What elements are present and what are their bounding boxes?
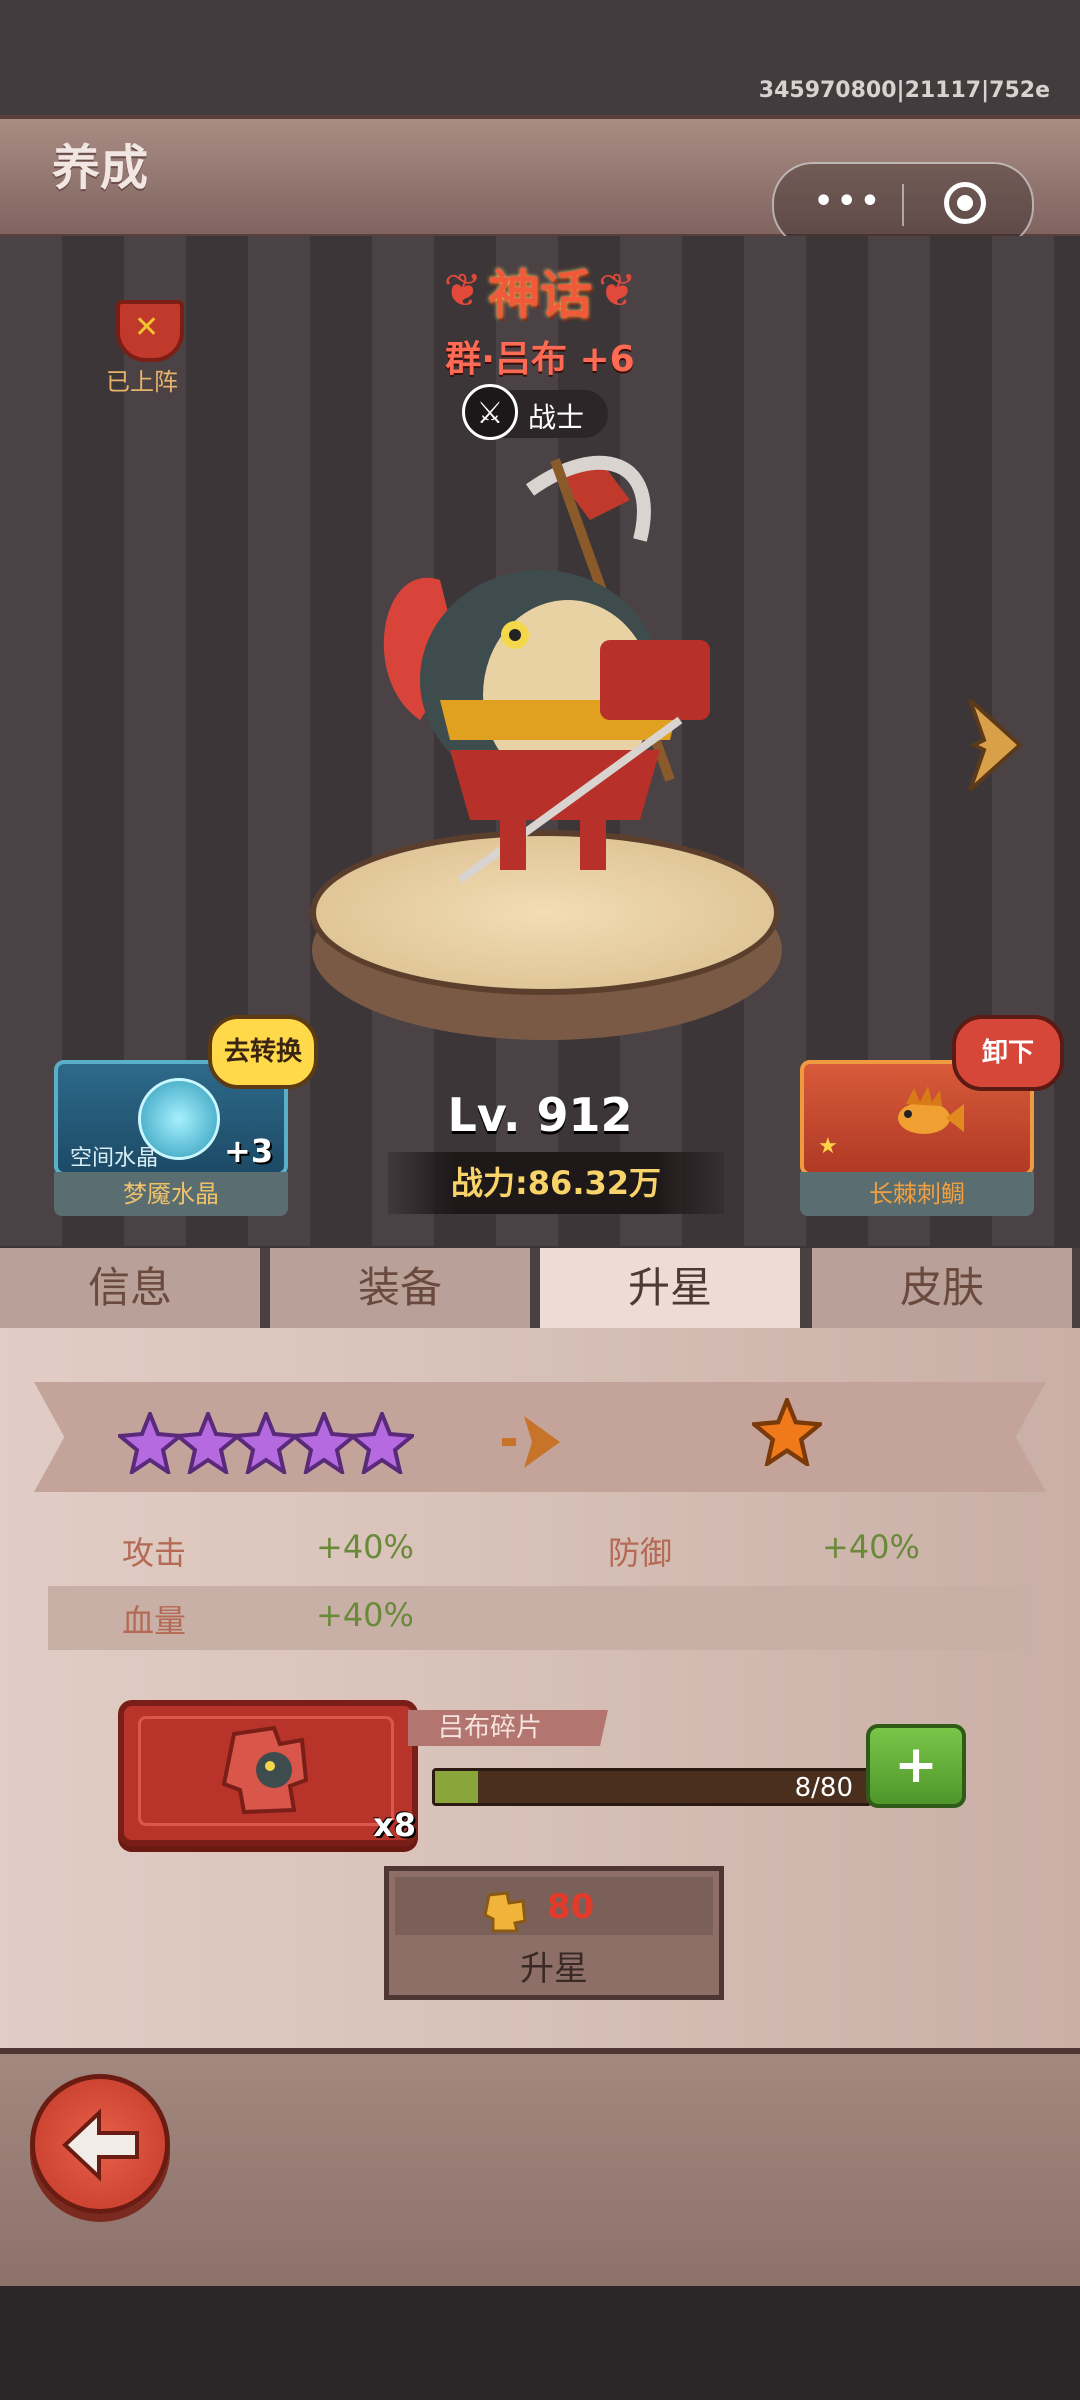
upgrade-cost-value: 80 <box>547 1887 595 1927</box>
current-stars <box>114 1392 428 1477</box>
hero-level: Lv. 912 <box>447 1088 633 1142</box>
capsule-divider <box>902 184 904 226</box>
combat-power: 战力:86.32万 <box>388 1152 724 1214</box>
build-id: 345970800|21117|752e <box>758 78 1050 103</box>
fish-name: 长棘刺鲷 <box>800 1172 1034 1216</box>
next-hero-arrow-icon[interactable] <box>960 690 1030 800</box>
upgrade-cost-row: 80 <box>395 1877 713 1935</box>
shard-progress-fill <box>435 1771 479 1803</box>
upgrade-label: 升星 <box>520 1949 588 1989</box>
stat-attack-name: 攻击 <box>122 1534 187 1572</box>
hero-shark-warrior-image[interactable] <box>300 420 820 940</box>
stat-row-highlight <box>48 1586 1032 1650</box>
shard-cost-icon <box>483 1891 527 1933</box>
crystal-sublabel: 空间水晶 <box>70 1146 159 1171</box>
back-arrow-icon <box>62 2108 139 2182</box>
tab-info[interactable]: 信息 <box>0 1248 264 1328</box>
stat-hp-name: 血量 <box>122 1602 187 1640</box>
crystal-name: 梦魇水晶 <box>54 1172 288 1216</box>
tab-equipment[interactable]: 装备 <box>270 1248 534 1328</box>
hero-shard-icon <box>221 1725 309 1815</box>
shard-card[interactable]: x8 <box>118 1700 418 1846</box>
rarity-text: 神话 <box>487 265 592 326</box>
orange-star-icon <box>752 1398 822 1466</box>
close-target-icon[interactable] <box>944 182 986 224</box>
shard-count: x8 <box>373 1806 416 1844</box>
shard-progress-bar: 8/80 <box>432 1768 872 1806</box>
shard-name: 吕布碎片 <box>408 1710 608 1746</box>
unequip-button[interactable]: 卸下 <box>952 1015 1064 1091</box>
page-title: 养成 <box>52 140 149 196</box>
stat-defense-value: +40% <box>822 1528 920 1566</box>
bottom-strip <box>0 2286 1080 2400</box>
tab-skin[interactable]: 皮肤 <box>812 1248 1076 1328</box>
convert-button[interactable]: 去转换 <box>208 1015 318 1089</box>
more-button[interactable]: ••• <box>814 184 884 219</box>
purple-star-icon <box>114 1408 186 1477</box>
purple-star-icon <box>288 1408 360 1477</box>
stat-defense-name: 防御 <box>608 1534 673 1572</box>
rarity-badge: ❦ 神话 ❦ <box>440 255 640 326</box>
back-button[interactable] <box>30 2074 170 2214</box>
purple-star-icon <box>172 1408 244 1477</box>
shard-progress-text: 8/80 <box>794 1773 853 1803</box>
purple-star-icon <box>230 1408 302 1477</box>
stat-attack-value: +40% <box>316 1528 414 1566</box>
purple-star-icon <box>346 1408 418 1477</box>
stat-hp-value: +40% <box>316 1596 414 1634</box>
hero-name: 群·吕布 +6 <box>445 339 635 380</box>
laurel-right-icon: ❦ <box>598 263 637 317</box>
add-shard-button[interactable]: + <box>866 1724 966 1808</box>
star-up-button[interactable]: 80 升星 <box>384 1866 724 2000</box>
arrow-right-icon <box>502 1416 560 1468</box>
laurel-left-icon: ❦ <box>443 263 482 317</box>
tab-bar: 信息 装备 升星 皮肤 <box>0 1248 1080 1328</box>
tab-star-up[interactable]: 升星 <box>540 1248 804 1328</box>
